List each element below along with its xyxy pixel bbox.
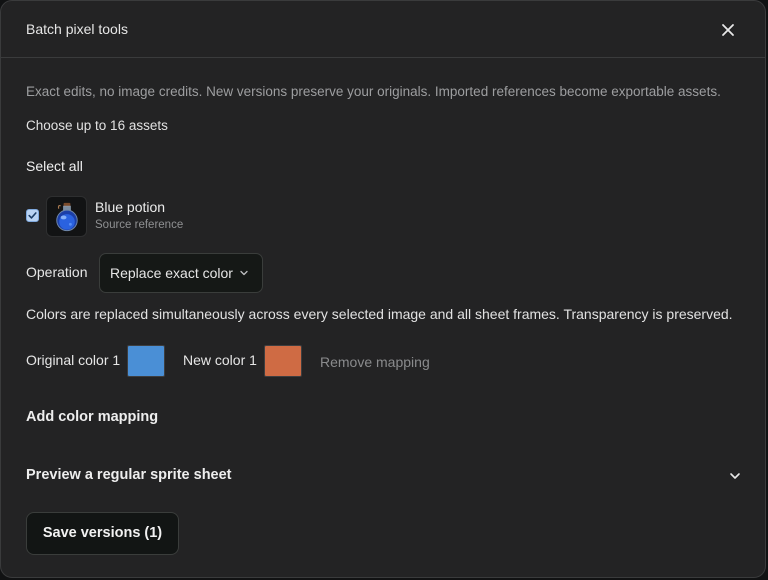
original-color-label: Original color 1 xyxy=(26,352,121,368)
new-color-swatch[interactable] xyxy=(264,345,302,377)
chevron-down-icon xyxy=(240,270,248,276)
close-icon[interactable] xyxy=(718,20,738,40)
potion-icon xyxy=(56,202,78,232)
dialog-description: Exact edits, no image credits. New versi… xyxy=(26,84,721,99)
asset-checkbox[interactable] xyxy=(26,209,39,222)
operation-select[interactable]: Replace exact color xyxy=(99,253,263,293)
operation-label: Operation xyxy=(26,264,88,280)
save-versions-button[interactable]: Save versions (1) xyxy=(26,512,179,555)
operation-note: Colors are replaced simultaneously acros… xyxy=(26,306,733,322)
new-color-label: New color 1 xyxy=(183,352,257,368)
asset-limit-text: Choose up to 16 assets xyxy=(26,118,168,133)
asset-thumbnail xyxy=(46,196,87,237)
asset-name: Blue potion xyxy=(95,199,166,215)
dialog-header: Batch pixel tools xyxy=(1,1,765,58)
batch-pixel-tools-dialog: Batch pixel tools Exact edits, no image … xyxy=(0,0,766,578)
operation-selected-value: Replace exact color xyxy=(110,265,233,281)
asset-subtitle: Source reference xyxy=(95,219,184,231)
dialog-title: Batch pixel tools xyxy=(26,21,128,37)
original-color-swatch[interactable] xyxy=(127,345,165,377)
chevron-down-icon[interactable] xyxy=(728,469,742,483)
remove-mapping-button[interactable]: Remove mapping xyxy=(320,354,430,370)
preview-sprite-sheet-label[interactable]: Preview a regular sprite sheet xyxy=(26,467,232,483)
select-all-button[interactable]: Select all xyxy=(26,158,83,174)
save-versions-label: Save versions (1) xyxy=(42,525,163,541)
add-color-mapping-button[interactable]: Add color mapping xyxy=(26,409,158,425)
